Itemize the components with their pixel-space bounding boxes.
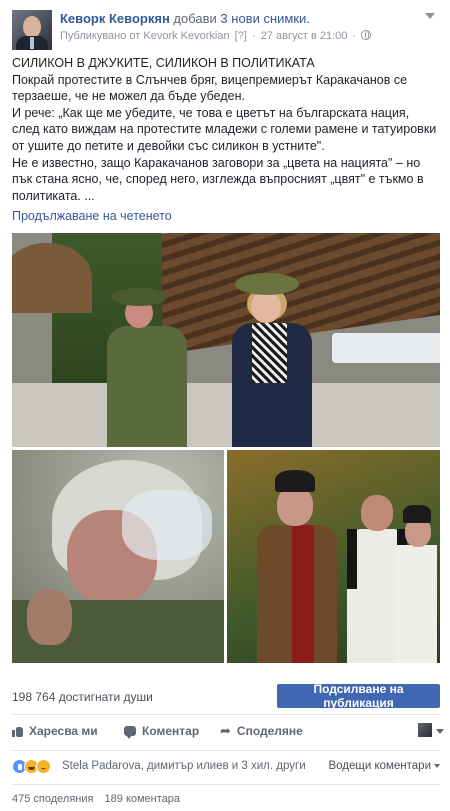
post-paragraph-3: Не е известно, защо Каракачанов заговори… (12, 155, 424, 203)
engagement-counts: 475 споделяния 189 коментара (12, 793, 188, 805)
pilot-hand (27, 590, 72, 645)
man-right-hat (403, 505, 431, 523)
woman-right-hat (235, 273, 299, 295)
woman-right-head (251, 291, 281, 323)
post-timestamp[interactable]: 27 август в 21:00 (261, 30, 348, 42)
reactions-row: Stela Padarova, димитър илиев и 3 хил. д… (12, 759, 440, 777)
comment-button[interactable]: Коментар (124, 724, 200, 739)
post-options-chevron-icon[interactable] (422, 8, 438, 24)
comments-count[interactable]: 189 коментара (105, 793, 181, 805)
tent (332, 333, 440, 363)
post-text: СИЛИКОН В ДЖУКИТЕ, СИЛИКОН В ПОЛИТИКАТА … (12, 55, 440, 204)
man-center-head (361, 495, 393, 531)
man-left (257, 470, 337, 663)
divider-top (12, 714, 440, 715)
facebook-post: Кеворк Кеворкян добави 3 нови снимки. Пу… (0, 0, 450, 811)
man-right-body (397, 545, 437, 663)
share-arrow-icon: ➦ (220, 723, 231, 738)
comment-sort-label: Водещи коментари (328, 760, 431, 772)
read-more-link[interactable]: Продължаване на четенето (12, 209, 172, 223)
author-line: Кеворк Кеворкян добави 3 нови снимки. (60, 11, 310, 26)
globe-icon (361, 30, 372, 40)
photos-link[interactable]: 3 нови снимки. (220, 11, 309, 26)
chevron-down-icon[interactable] (436, 729, 444, 734)
comment-sort-dropdown[interactable]: Водещи коментари (328, 760, 440, 772)
post-action: добави (173, 11, 217, 26)
post-title: СИЛИКОН В ДЖУКИТЕ, СИЛИКОН В ПОЛИТИКАТА (12, 56, 315, 70)
photo-pilot[interactable] (12, 450, 224, 663)
author-name[interactable]: Кеворк Кеворкян (60, 11, 170, 26)
woman-left (107, 288, 187, 447)
share-label: Споделяне (236, 724, 303, 738)
comment-icon (124, 726, 136, 739)
help-marker[interactable]: [?] (235, 30, 247, 42)
shares-count[interactable]: 475 споделяния (12, 793, 93, 805)
pilot-visor (122, 490, 212, 560)
reaction-icons[interactable] (12, 759, 51, 775)
photo-women-camouflage[interactable] (12, 233, 440, 447)
man-left-hat (275, 470, 315, 492)
divider-middle (12, 750, 440, 751)
comment-label: Коментар (142, 724, 200, 738)
avatar-tie (30, 37, 34, 49)
action-bar: Харесва ми Коментар ➦ Споделяне (12, 722, 444, 742)
sort-caret-icon (434, 764, 440, 768)
photo-folk-costumes[interactable] (227, 450, 440, 663)
ground (12, 383, 440, 447)
post-meta: Публикувано от Kevork Kevorkian [?] · 27… (60, 30, 373, 42)
woman-left-hat (112, 288, 167, 306)
post-paragraph-2: И рече: „Как ще ме убедите, че това е цв… (12, 105, 437, 153)
boost-post-button[interactable]: Подсилване на публикация (277, 682, 440, 710)
author-avatar[interactable] (12, 10, 52, 50)
meta-separator-2: · (352, 30, 357, 42)
man-left-head (277, 486, 313, 526)
man-left-sash (292, 525, 314, 663)
woman-right-scarf (252, 323, 287, 383)
avatar-face (23, 16, 41, 38)
thumbs-up-icon (12, 726, 23, 737)
page-avatar-selector[interactable] (418, 723, 432, 737)
hut (12, 243, 92, 313)
post-header: Кеворк Кеворкян добави 3 нови снимки. Пу… (12, 8, 438, 50)
like-button[interactable]: Харесва ми (12, 724, 98, 738)
woman-left-body (107, 326, 187, 447)
published-by: Публикувано от Kevork Kevorkian (60, 30, 230, 42)
share-button[interactable]: ➦ Споделяне (220, 724, 303, 738)
like-label: Харесва ми (29, 724, 98, 738)
reactors-summary[interactable]: Stela Padarova, димитър илиев и 3 хил. д… (62, 760, 306, 772)
meta-separator: · (251, 30, 256, 42)
post-paragraph-1: Покрай протестите в Слънчев бряг, вицепр… (12, 72, 408, 104)
divider-bottom (12, 784, 440, 785)
woman-right (227, 273, 317, 447)
man-right (397, 505, 437, 663)
sad-reaction-icon (36, 759, 51, 774)
reach-count[interactable]: 198 764 достигнати души (12, 690, 153, 704)
